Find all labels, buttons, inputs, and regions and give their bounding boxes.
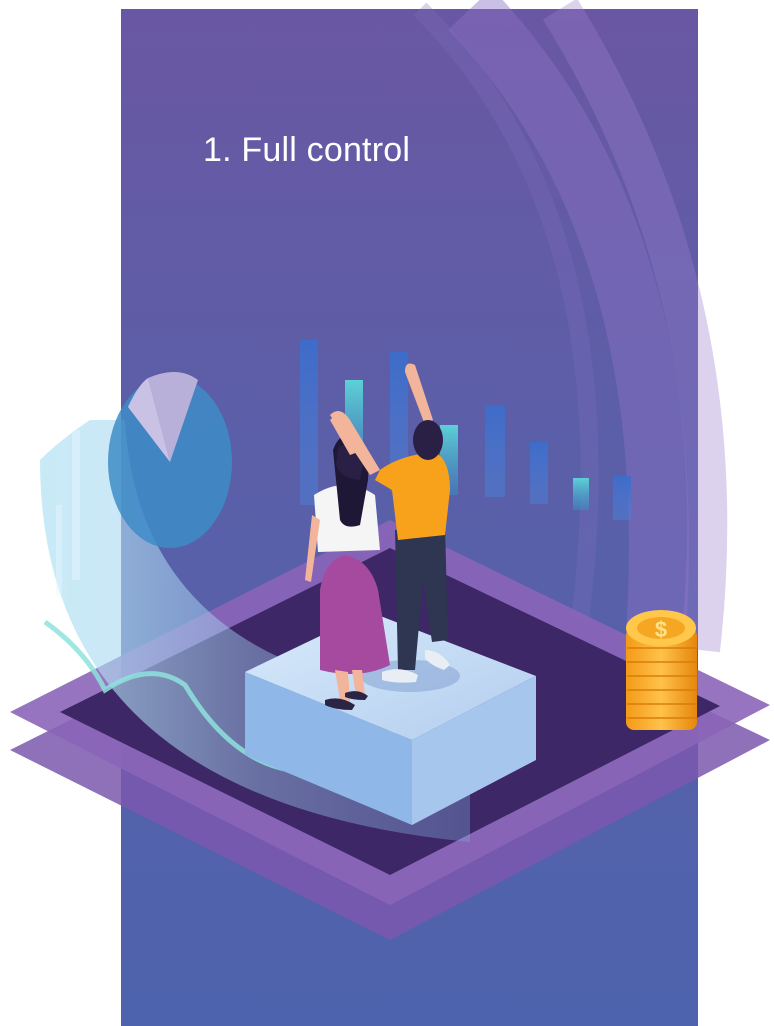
coin-stack: $ [626, 610, 697, 730]
slide-canvas: $ 1. Full control [0, 0, 774, 1026]
chart-bar [300, 340, 318, 505]
chart-bar [573, 478, 589, 510]
chart-bar [613, 476, 631, 520]
slide-title: 1. Full control [203, 131, 411, 169]
pie-chart-graphic [108, 371, 232, 548]
chart-bar [530, 442, 548, 504]
chart-bar [485, 405, 505, 497]
dollar-icon: $ [655, 617, 667, 642]
